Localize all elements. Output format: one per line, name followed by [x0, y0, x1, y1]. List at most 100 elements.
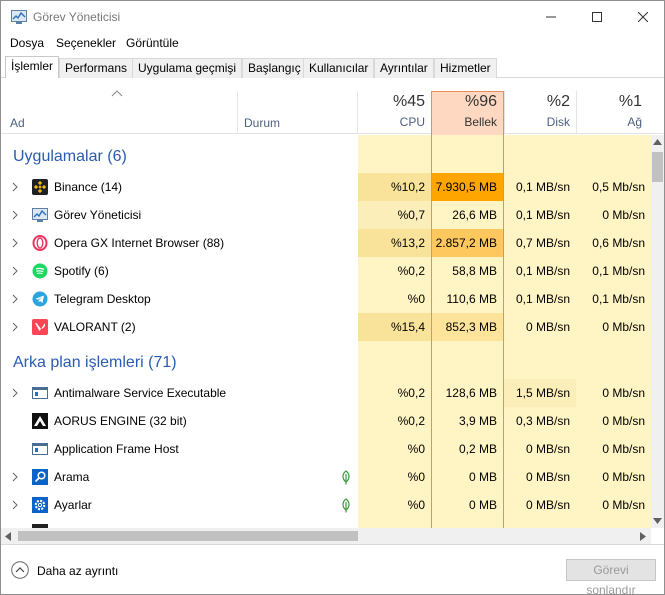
service-window-icon — [32, 387, 48, 399]
process-row[interactable]: Opera GX Internet Browser (88) %13,2 2.8… — [1, 229, 651, 257]
cpu-cell: %0 — [407, 470, 425, 484]
scroll-right-icon[interactable] — [640, 532, 646, 541]
network-cell: 0 Mb/sn — [602, 386, 645, 400]
column-memory[interactable]: Bellek — [431, 115, 497, 129]
process-name: VALORANT (2) — [54, 320, 136, 334]
chevron-right-icon[interactable] — [12, 182, 18, 192]
maximize-button[interactable] — [574, 1, 620, 33]
minimize-button[interactable] — [528, 1, 574, 33]
chevron-up-circle-icon[interactable] — [11, 561, 29, 579]
menu-options[interactable]: Seçenekler — [56, 36, 116, 50]
menu-file[interactable]: Dosya — [10, 36, 44, 50]
chevron-right-icon[interactable] — [12, 500, 18, 510]
disk-cell: 0,1 MB/sn — [515, 208, 570, 222]
tab-performance[interactable]: Performans — [59, 58, 134, 78]
network-cell: 0 Mb/sn — [602, 320, 645, 334]
network-total[interactable]: %1 — [576, 93, 642, 111]
column-network[interactable]: Ağ — [576, 115, 642, 129]
task-manager-window: Görev Yöneticisi Dosya Seçenekler Görünt… — [0, 0, 665, 595]
process-name: Görev Yöneticisi — [54, 208, 142, 222]
disk-cell: 0,3 MB/sn — [515, 414, 570, 428]
end-task-button[interactable]: Görevi sonlandır — [566, 559, 656, 595]
process-name: Binance (14) — [54, 180, 123, 194]
vertical-scrollbar[interactable] — [651, 135, 664, 528]
process-row[interactable]: Application Frame Host %0 0,2 MB 0 MB/sn… — [1, 435, 651, 463]
tab-app-history[interactable]: Uygulama geçmişi — [132, 58, 243, 78]
chevron-right-icon[interactable] — [12, 472, 18, 482]
chevron-right-icon[interactable] — [12, 266, 18, 276]
network-cell: 0 Mb/sn — [602, 498, 645, 512]
memory-cell: 58,8 MB — [452, 264, 497, 278]
network-cell: 0 Mb/sn — [602, 442, 645, 456]
process-row[interactable]: Arama %0 0 MB 0 MB/sn 0 Mb/sn — [1, 463, 651, 491]
column-disk[interactable]: Disk — [504, 115, 570, 129]
memory-cell: 128,6 MB — [445, 386, 497, 400]
tab-details[interactable]: Ayrıntılar — [374, 58, 434, 78]
horizontal-scrollbar[interactable] — [1, 528, 651, 544]
cpu-cell: %15,4 — [358, 313, 431, 341]
vertical-scroll-thumb[interactable] — [652, 152, 663, 182]
process-row[interactable]: Telegram Desktop %0 110,6 MB 0,1 MB/sn 0… — [1, 285, 651, 313]
process-row[interactable]: Antimalware Service Executable %0,2 128,… — [1, 379, 651, 407]
process-row[interactable]: Ayarlar %0 0 MB 0 MB/sn 0 Mb/sn — [1, 491, 651, 519]
tab-services[interactable]: Hizmetler — [434, 58, 497, 78]
chevron-right-icon[interactable] — [12, 210, 18, 220]
network-cell: 0 Mb/sn — [602, 208, 645, 222]
chevron-right-icon[interactable] — [12, 388, 18, 398]
scroll-up-icon[interactable] — [653, 139, 662, 145]
process-name: Arama — [54, 470, 90, 484]
disk-total[interactable]: %2 — [504, 93, 570, 111]
settings-app-icon — [32, 497, 48, 513]
search-app-icon — [32, 469, 48, 485]
spotify-icon — [32, 263, 48, 279]
chevron-right-icon[interactable] — [12, 322, 18, 332]
tab-users[interactable]: Kullanıcılar — [303, 58, 375, 78]
minimize-icon — [546, 16, 556, 18]
opera-gx-icon — [32, 235, 48, 251]
process-name: AORUS ENGINE (32 bit) — [54, 414, 187, 428]
process-row[interactable]: Binance (14) %10,2 7.930,5 MB 0,1 MB/sn … — [1, 173, 651, 201]
close-icon — [638, 12, 648, 22]
cpu-cell: %0,2 — [397, 414, 425, 428]
process-row[interactable]: AORUS ENGINE (32 bit) %0,2 3,9 MB 0,3 MB… — [1, 407, 651, 435]
memory-cell: 7.930,5 MB — [432, 173, 503, 201]
menu-bar: Dosya Seçenekler Görüntüle — [1, 33, 664, 53]
process-name: Ayarlar — [54, 498, 92, 512]
tab-startup[interactable]: Başlangıç — [242, 58, 307, 78]
process-row[interactable]: VALORANT (2) %15,4 852,3 MB 0 MB/sn 0 Mb… — [1, 313, 651, 341]
menu-view[interactable]: Görüntüle — [126, 36, 179, 50]
network-cell: 0 Mb/sn — [602, 414, 645, 428]
column-name[interactable]: Ad — [10, 116, 25, 130]
group-apps-header[interactable]: Uygulamalar (6) — [13, 148, 127, 166]
column-separator[interactable] — [357, 91, 358, 134]
cpu-cell: %0 — [407, 292, 425, 306]
fewer-details-link[interactable]: Daha az ayrıntı — [37, 564, 118, 578]
column-separator[interactable] — [237, 91, 238, 134]
disk-cell: 0 MB/sn — [525, 470, 570, 484]
column-header: Ad Durum %45 CPU %96 Bellek %2 Disk %1 A… — [1, 79, 664, 135]
scroll-left-icon[interactable] — [5, 532, 11, 541]
maximize-icon — [592, 12, 602, 22]
telegram-icon — [32, 291, 48, 307]
chevron-right-icon[interactable] — [12, 294, 18, 304]
horizontal-scroll-thumb[interactable] — [18, 531, 358, 541]
process-name: Telegram Desktop — [54, 292, 151, 306]
disk-cell: 0 MB/sn — [525, 320, 570, 334]
close-button[interactable] — [620, 1, 665, 33]
cpu-cell: %0 — [407, 498, 425, 512]
group-background-header[interactable]: Arka plan işlemleri (71) — [13, 354, 177, 372]
memory-total[interactable]: %96 — [431, 93, 497, 111]
cpu-cell: %0,2 — [397, 386, 425, 400]
tab-processes[interactable]: İşlemler — [5, 56, 60, 78]
chevron-right-icon[interactable] — [12, 238, 18, 248]
disk-cell: 0,7 MB/sn — [515, 236, 570, 250]
process-row[interactable]: Spotify (6) %0,2 58,8 MB 0,1 MB/sn 0,1 M… — [1, 257, 651, 285]
sort-up-icon[interactable] — [111, 89, 123, 97]
task-manager-icon — [32, 208, 48, 222]
scroll-down-icon[interactable] — [653, 518, 662, 524]
column-status[interactable]: Durum — [244, 116, 280, 130]
cpu-total[interactable]: %45 — [361, 93, 425, 111]
column-cpu[interactable]: CPU — [361, 115, 425, 129]
process-row[interactable]: Görev Yöneticisi %0,7 26,6 MB 0,1 MB/sn … — [1, 201, 651, 229]
title-bar[interactable]: Görev Yöneticisi — [1, 1, 664, 33]
